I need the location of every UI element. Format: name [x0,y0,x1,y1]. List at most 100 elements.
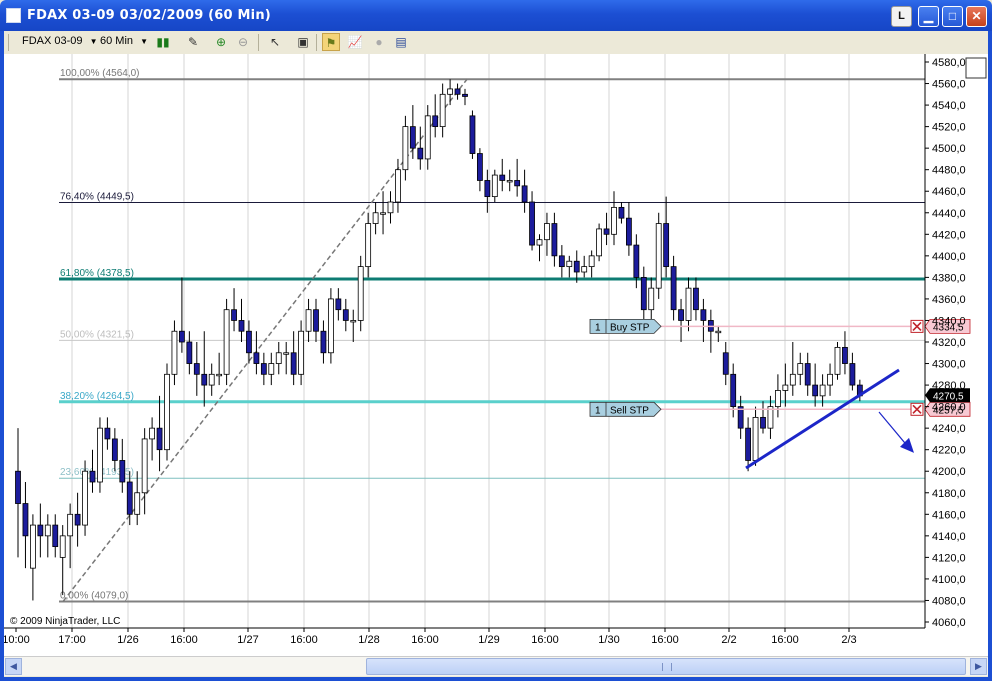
grip-icon [662,663,672,671]
candle-body [573,260,580,273]
price-label: 4480,0 [932,165,966,177]
instrument-selector[interactable]: FDAX 03-09 ▼ [22,35,98,47]
order-quantity: 1 [595,405,601,416]
candle-body [588,255,595,268]
indicators-button[interactable]: 📈 [346,33,364,51]
drawing-tool-button[interactable]: ✎ [184,33,202,51]
candle-body [342,309,349,321]
time-label: 16:00 [170,634,198,646]
price-label: 4180,0 [932,488,966,500]
price-axis[interactable]: 4580,0 4560,0 4540,0 4520,0 4500,0 4480,0 4460… [925,57,966,629]
toolbar-separator [316,34,317,51]
price-label: 4360,0 [932,294,966,306]
candle-body [551,223,558,257]
candle-body [387,201,394,214]
candle-body [454,88,461,95]
candle-body [59,535,66,558]
candle-body [305,309,312,332]
candle-body [97,427,103,483]
candle-body [715,330,722,334]
scroll-left-button[interactable]: ◀ [5,658,22,675]
fib-level-label: 38,20% (4264,5) [60,391,134,402]
data-box-button[interactable]: ▣ [294,33,312,51]
time-label: 1/29 [478,634,499,646]
price-label: 4060,0 [932,617,966,629]
maximize-button[interactable]: □ [942,6,963,27]
chart-area[interactable]: 100,00% (4564,0) 76,40% (4449,5) 61,80% (4… [2,54,988,658]
maximize-icon: □ [948,9,957,23]
candle-body [260,363,267,375]
time-axis[interactable]: 10:00 17:00 1/26 16:00 1/27 16:00 1/28 16:00 1/2… [2,628,857,646]
time-label: 1/30 [598,634,619,646]
candle-body [789,373,796,386]
arrow-left-icon: ◀ [10,661,17,671]
time-label: 16:00 [651,634,679,646]
candle-body [700,309,707,321]
close-button[interactable]: ✕ [966,6,987,27]
strategy-button[interactable]: ⚑ [322,33,340,51]
candle-body [327,298,334,354]
candle-body [290,352,297,375]
price-label: 4560,0 [932,79,966,91]
price-label: 4440,0 [932,208,966,220]
candle-body [648,287,655,311]
cursor-button[interactable]: ↖ [266,33,284,51]
candle-body [819,384,826,397]
scrollbar-thumb[interactable] [366,658,966,675]
candle-body [67,513,74,537]
zoom-in-button[interactable]: ⊕ [212,33,230,51]
title-bar[interactable]: FDAX 03-09 03/02/2009 (60 Min) L ▁ □ ✕ [0,0,992,31]
minimize-button[interactable]: ▁ [918,6,939,27]
time-label: 2/2 [721,634,736,646]
link-button[interactable]: L [891,6,912,27]
price-label: 4320,0 [932,337,966,349]
candle-body [678,309,684,321]
chevron-down-icon: ▼ [89,37,98,46]
order-quantity: 1 [595,322,601,333]
candle-body [402,126,409,171]
candle-body [275,352,282,364]
time-label: 16:00 [771,634,799,646]
candle-body [693,287,699,311]
zoom-out-button[interactable]: ⊖ [234,33,252,51]
candle-body [216,373,223,377]
order-panel-button[interactable]: ▤ [392,33,410,51]
properties-button[interactable]: ● [370,33,388,51]
order-label: Buy STP [610,322,650,333]
price-chart[interactable]: 100,00% (4564,0) 76,40% (4449,5) 61,80% (4… [2,54,988,656]
candle-body [536,239,543,246]
candle-body [424,115,431,160]
window-frame-right [988,31,992,681]
candle-body [395,169,401,203]
candle-body [350,320,357,323]
scroll-to-end-button[interactable] [965,57,987,79]
candle-body [246,330,252,354]
interval-selector[interactable]: 60 Min ▼ [100,35,148,47]
chevron-down-icon: ▼ [140,37,149,46]
candle-body [372,212,379,224]
price-label: 4380,0 [932,272,966,284]
zoom-out-icon: ⊖ [237,35,249,49]
candle-body [663,223,670,268]
candle-body [812,384,819,397]
candle-body [22,503,29,537]
candle-body [208,373,215,386]
candle-body [730,373,737,408]
candle-body [804,363,811,386]
candle-body [842,346,848,364]
horizontal-scrollbar[interactable]: ◀ ▶ [4,656,988,676]
candle-body [417,147,424,160]
fib-level-label: 76,40% (4449,5) [60,192,134,203]
candle-body [365,223,372,268]
window-title: FDAX 03-09 03/02/2009 (60 Min) [27,8,271,23]
candle-body [685,287,692,321]
bar-type-button[interactable]: ▮▮ [154,33,172,51]
candle-body [529,201,535,246]
candle-body [409,126,416,149]
scroll-right-button[interactable]: ▶ [970,658,987,675]
candle-body [37,524,44,537]
candle-body [44,524,51,537]
candle-body [29,524,36,569]
price-label: 4120,0 [932,552,966,564]
minimize-icon: ▁ [923,9,934,23]
